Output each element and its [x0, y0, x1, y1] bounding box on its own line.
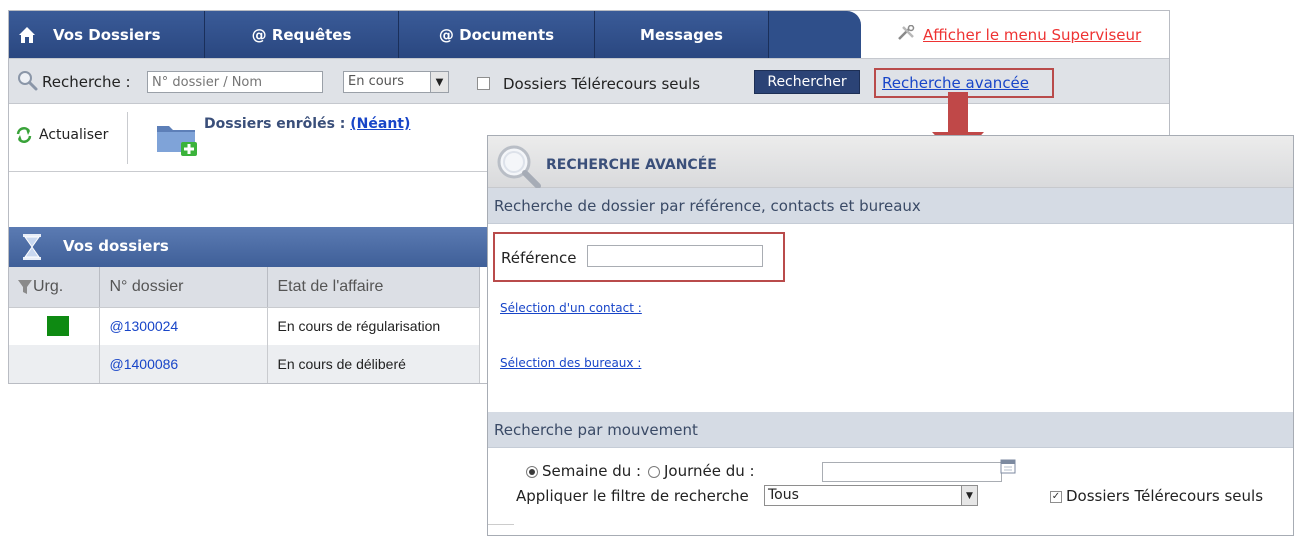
advanced-search-title: RECHERCHE AVANCÉE [546, 157, 717, 173]
dossier-number-link[interactable]: @1400086 [110, 356, 179, 372]
tab-empty [769, 11, 861, 58]
refresh-icon [16, 127, 32, 143]
week-radio[interactable] [526, 466, 538, 478]
adv-telerecours-checkbox[interactable]: ✓ [1050, 491, 1062, 503]
tab-vos-dossiers[interactable]: Vos Dossiers [9, 11, 205, 58]
dossier-status-cell: En cours de déliberé [267, 345, 480, 383]
tab-documents[interactable]: @ Documents [399, 11, 595, 58]
dossier-number-link[interactable]: @1300024 [110, 318, 179, 334]
filter-label: Appliquer le filtre de recherche [516, 487, 749, 505]
tab-messages[interactable]: Messages [595, 11, 769, 58]
reference-highlight: Référence [493, 232, 785, 282]
section-mouvement-title: Recherche par mouvement [494, 421, 698, 439]
hourglass-icon [21, 233, 43, 265]
column-header-label: Urg. [33, 277, 64, 295]
chevron-down-icon: ▼ [961, 486, 977, 505]
tab-label: Messages [640, 25, 723, 44]
tools-icon [897, 24, 917, 45]
search-icon [17, 70, 39, 96]
tab-label: Vos Dossiers [53, 25, 161, 44]
advanced-search-link[interactable]: Recherche avancée [882, 74, 1029, 92]
enrolled-dossiers: Dossiers enrôlés : (Néant) [204, 116, 410, 132]
dossiers-table: Urg. N° dossier Etat de l'affaire @13000… [9, 267, 480, 383]
dossier-number-cell: @1400086 [99, 345, 268, 383]
search-label: Recherche : [42, 73, 131, 91]
adv-telerecours-label: Dossiers Télérecours seuls [1066, 487, 1264, 505]
table-row[interactable]: @1300024 En cours de régularisation [9, 307, 480, 345]
telerecours-checkbox[interactable] [477, 77, 490, 90]
main-tabs: Vos Dossiers @ Requêtes @ Documents Mess… [9, 11, 861, 58]
day-label: Journée du : [664, 462, 755, 480]
column-header-numero[interactable]: N° dossier [99, 267, 268, 308]
calendar-icon[interactable] [1000, 458, 1016, 478]
bureaux-select-link[interactable]: Sélection des bureaux : [500, 356, 641, 370]
section-reference-title: Recherche de dossier par référence, cont… [494, 197, 921, 215]
toolbar-divider [127, 112, 128, 164]
dossier-search-input[interactable] [147, 71, 323, 93]
dossier-status-cell: En cours de régularisation [267, 307, 480, 345]
enrolled-link[interactable]: (Néant) [350, 116, 410, 132]
folder-add-icon [155, 118, 199, 162]
week-label: Semaine du : [542, 462, 642, 480]
enrolled-label: Dossiers enrôlés : [204, 116, 346, 132]
search-button[interactable]: Rechercher [754, 70, 860, 94]
contact-select-link[interactable]: Sélection d'un contact : [500, 301, 642, 315]
status-select-value: En cours [348, 74, 405, 89]
radio-dot [529, 469, 535, 475]
supervisor-link-label: Afficher le menu Superviseur [923, 26, 1142, 44]
refresh-label: Actualiser [39, 127, 109, 143]
filter-select-value: Tous [768, 487, 799, 503]
advanced-search-header: RECHERCHE AVANCÉE [488, 136, 1293, 189]
day-radio[interactable] [648, 466, 660, 478]
reference-label: Référence [501, 249, 577, 267]
home-icon [17, 25, 37, 45]
dossiers-panel-title: Vos dossiers [63, 237, 169, 255]
refresh-button[interactable]: Actualiser [15, 126, 108, 144]
advanced-search-panel: RECHERCHE AVANCÉE Recherche de dossier p… [487, 135, 1294, 536]
tab-requetes[interactable]: @ Requêtes [205, 11, 399, 58]
search-bar: Recherche : En cours ▼ Dossiers Téléreco… [9, 58, 1169, 104]
section-mouvement-header: Recherche par mouvement [488, 412, 1293, 448]
column-header-urgent[interactable]: Urg. [9, 267, 100, 308]
chevron-down-icon: ▼ [430, 72, 448, 92]
urgent-indicator [47, 316, 69, 337]
supervisor-menu-link[interactable]: Afficher le menu Superviseur [897, 24, 1142, 45]
urgent-cell [9, 307, 100, 345]
column-header-etat[interactable]: Etat de l'affaire [267, 267, 480, 308]
magnifier-icon [494, 142, 542, 192]
table-row[interactable]: @1400086 En cours de déliberé [9, 345, 480, 383]
divider [488, 524, 514, 525]
tab-label: @ Requêtes [251, 25, 352, 44]
section-reference-header: Recherche de dossier par référence, cont… [488, 188, 1293, 224]
date-input[interactable] [822, 462, 1002, 482]
urgent-cell [9, 345, 100, 383]
telerecours-label: Dossiers Télérecours seuls [503, 75, 701, 93]
table-header-row: Urg. N° dossier Etat de l'affaire [9, 267, 480, 308]
filter-select[interactable]: Tous ▼ [764, 485, 978, 506]
status-select[interactable]: En cours ▼ [343, 71, 449, 93]
filter-icon [18, 279, 32, 294]
reference-input[interactable] [587, 245, 763, 267]
tab-label: @ Documents [438, 25, 555, 44]
dossier-number-cell: @1300024 [99, 307, 268, 345]
tab-bar: Vos Dossiers @ Requêtes @ Documents Mess… [9, 11, 1169, 58]
